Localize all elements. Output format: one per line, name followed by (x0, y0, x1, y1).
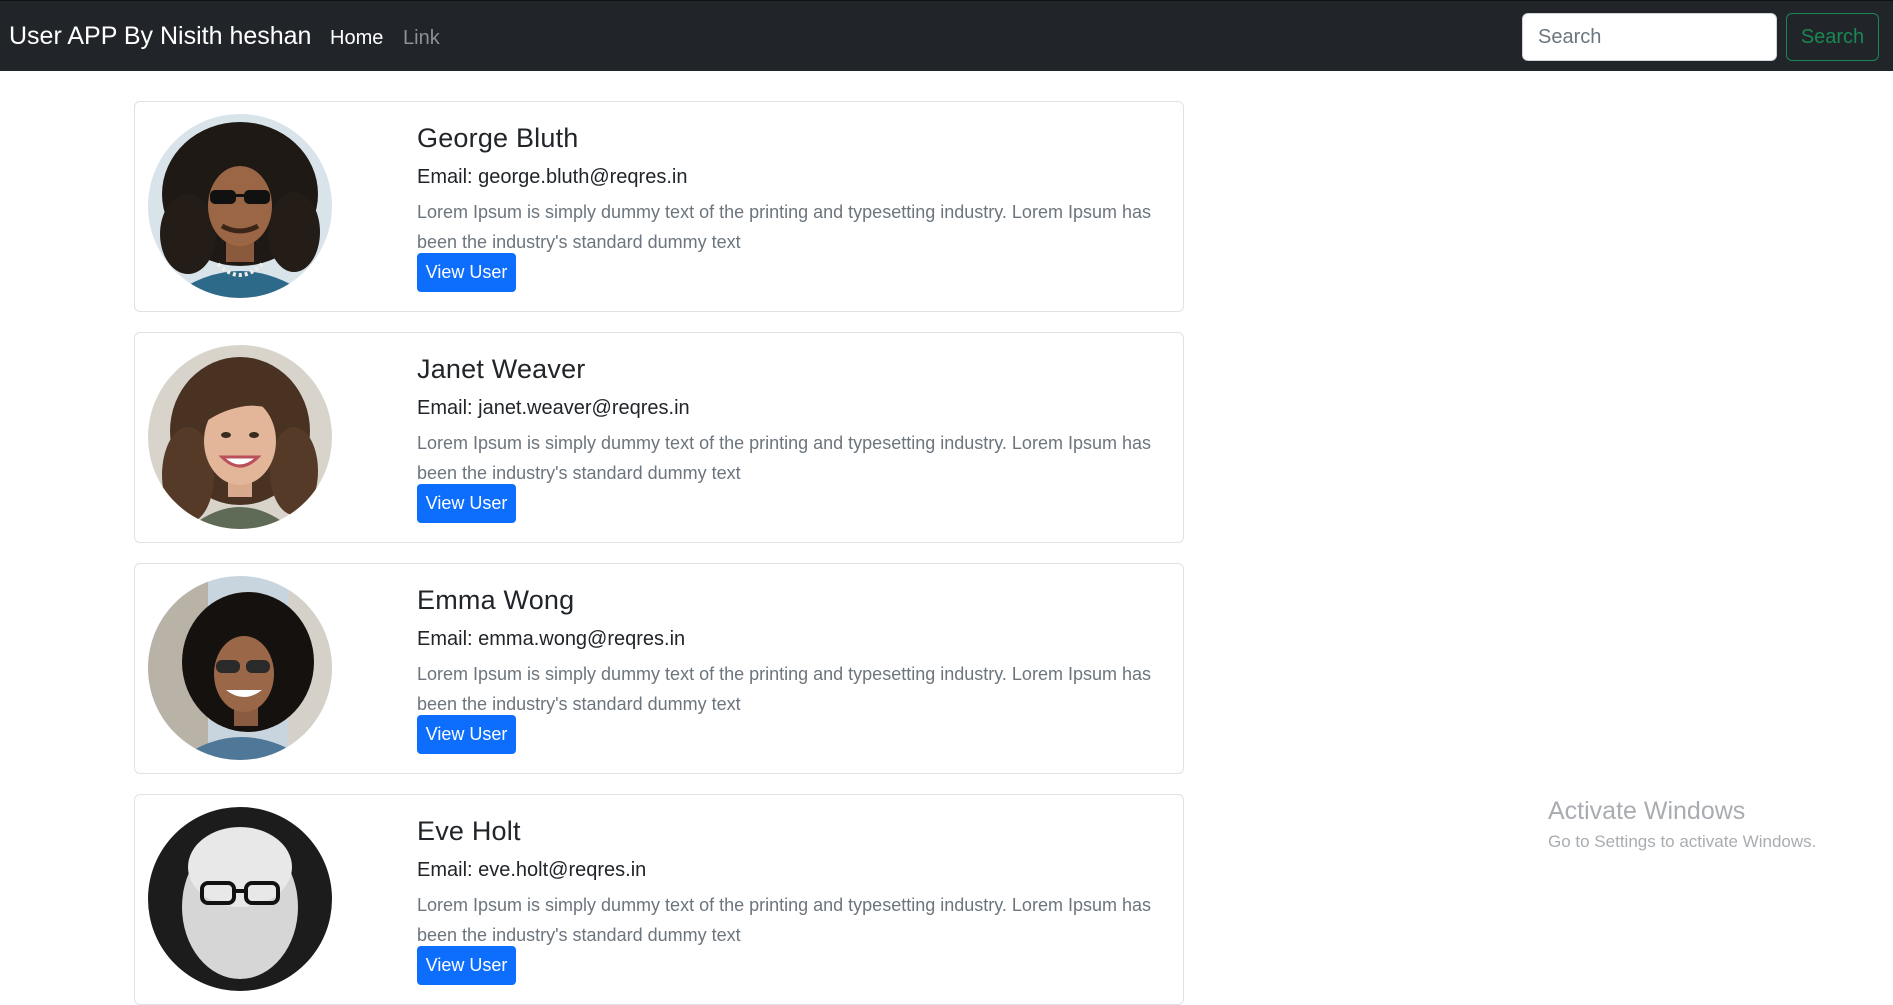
view-user-button[interactable]: View User (417, 946, 516, 985)
user-card: Janet Weaver Email: janet.weaver@reqres.… (134, 332, 1184, 543)
user-name: George Bluth (417, 123, 579, 153)
user-name: Janet Weaver (417, 354, 586, 384)
view-user-button[interactable]: View User (417, 484, 516, 523)
user-card: Emma Wong Email: emma.wong@reqres.in Lor… (134, 563, 1184, 774)
watermark-subtitle: Go to Settings to activate Windows. (1548, 832, 1817, 851)
user-email: Email: eve.holt@reqres.in (417, 859, 647, 881)
view-user-button[interactable]: View User (417, 253, 516, 292)
search-input[interactable] (1522, 13, 1777, 61)
nav-link-link[interactable]: Link (403, 27, 440, 50)
user-description: Lorem Ipsum is simply dummy text of the … (417, 895, 1151, 945)
user-avatar (148, 807, 332, 991)
user-card: George Bluth Email: george.bluth@reqres.… (134, 101, 1184, 312)
user-email: Email: george.bluth@reqres.in (417, 166, 688, 188)
user-name: Eve Holt (417, 816, 521, 846)
user-avatar (148, 576, 332, 760)
view-user-button[interactable]: View User (417, 715, 516, 754)
navbar: User APP By Nisith heshan Home Link Sear… (0, 0, 1893, 71)
user-email: Email: janet.weaver@reqres.in (417, 397, 690, 419)
user-name: Emma Wong (417, 585, 575, 615)
activate-windows-watermark: Activate Windows Go to Settings to activ… (1548, 797, 1816, 852)
user-email: Email: emma.wong@reqres.in (417, 628, 686, 650)
user-description: Lorem Ipsum is simply dummy text of the … (417, 202, 1151, 252)
search-button[interactable]: Search (1786, 13, 1879, 61)
user-avatar (148, 345, 332, 529)
user-avatar (148, 114, 332, 298)
watermark-title: Activate Windows (1548, 797, 1746, 825)
user-description: Lorem Ipsum is simply dummy text of the … (417, 664, 1151, 714)
user-card: Eve Holt Email: eve.holt@reqres.in Lorem… (134, 794, 1184, 1005)
nav-link-home[interactable]: Home (330, 27, 383, 50)
app-brand[interactable]: User APP By Nisith heshan (9, 22, 311, 51)
user-description: Lorem Ipsum is simply dummy text of the … (417, 433, 1151, 483)
